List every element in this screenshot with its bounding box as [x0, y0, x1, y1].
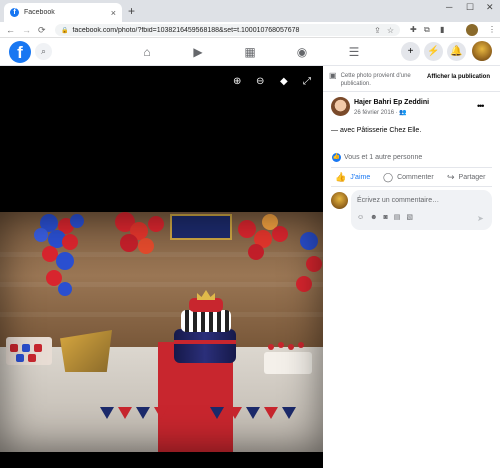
tag-icon[interactable]: ◆ [280, 76, 288, 88]
browser-toolbar: ← → ⟳ 🔒 facebook.com/photo/?fbid=1038216… [0, 22, 500, 38]
photo-viewer: ⊕ ⊖ ◆ ⤢ [0, 66, 323, 468]
reload-icon[interactable]: ⟳ [38, 24, 46, 36]
groups-icon[interactable]: ◉ [294, 44, 310, 60]
browser-tabbar: f Facebook × + ─ ☐ ✕ [0, 0, 500, 22]
tagged-page-link[interactable]: Pâtisserie Chez Elle [357, 127, 420, 134]
extension-puzzle-icon[interactable]: ⧉ [424, 25, 430, 35]
back-icon[interactable]: ← [6, 24, 15, 36]
share-label: Partager [458, 174, 486, 181]
zoom-in-icon[interactable]: ⊕ [233, 76, 241, 88]
facebook-header: f ⌕ ⌂ ▶ ▦ ◉ ☰ + ⚡ 🔔 [0, 38, 500, 66]
post-panel: ▣ Cette photo provient d'une publication… [323, 66, 500, 468]
author-avatar[interactable] [331, 97, 350, 116]
emoji-icon[interactable]: ☻ [370, 213, 377, 222]
zoom-out-icon[interactable]: ⊖ [256, 76, 264, 88]
share-button[interactable]: ↪ Partager [447, 172, 485, 183]
side-panel-icon[interactable]: ▮ [440, 25, 444, 35]
reaction-text[interactable]: Vous et 1 autre personne [344, 154, 422, 161]
profile-avatar[interactable] [466, 24, 478, 36]
post-date[interactable]: 26 février 2016 · 👥 [354, 109, 407, 116]
messenger-icon[interactable]: ⚡ [424, 42, 443, 61]
comment-label: Commenter [397, 174, 434, 181]
party-photo[interactable] [0, 212, 323, 452]
create-icon[interactable]: + [401, 42, 420, 61]
url-text: facebook.com/photo/?fbid=103821645956818… [72, 26, 300, 34]
share-icon: ↪ [447, 172, 455, 182]
new-tab-button[interactable]: + [128, 3, 135, 19]
divider [331, 186, 492, 187]
like-button[interactable]: 👍 J'aime [335, 172, 370, 183]
gif-icon[interactable]: ▤ [394, 213, 401, 222]
comment-icon: ◯ [383, 172, 394, 182]
marketplace-icon[interactable]: ▦ [242, 44, 258, 60]
menu-icon[interactable]: ☰ [346, 44, 362, 60]
divider [323, 91, 500, 92]
facebook-logo-icon[interactable]: f [9, 41, 31, 63]
send-icon[interactable]: ➤ [477, 214, 484, 223]
browser-menu-icon[interactable]: ⋮ [488, 25, 496, 35]
browser-tab[interactable]: f Facebook × [4, 3, 122, 22]
author-name[interactable]: Hajer Bahri Ep Zeddini [354, 99, 429, 106]
search-icon[interactable]: ⌕ [35, 43, 52, 60]
post-caption: — avec Pâtisserie Chez Elle. [331, 127, 421, 134]
facebook-favicon-icon: f [10, 8, 19, 17]
avatar-sticker-icon[interactable]: ☺ [357, 213, 364, 222]
extensions-icon[interactable]: ✚ [410, 25, 417, 35]
bookmark-star-icon[interactable]: ☆ [387, 26, 394, 35]
comment-input[interactable]: Écrivez un commentaire… ☺ ☻ ◙ ▤ ▧ ➤ [351, 190, 492, 230]
forward-icon[interactable]: → [22, 24, 31, 36]
tab-title: Facebook [24, 9, 55, 16]
minimize-window-icon[interactable]: ─ [446, 2, 452, 12]
watch-icon[interactable]: ▶ [190, 44, 206, 60]
account-avatar[interactable] [472, 41, 492, 61]
share-page-icon[interactable]: ⇪ [374, 26, 381, 35]
like-reaction-icon: 👍 [332, 153, 341, 162]
reaction-summary[interactable]: 👍 Vous et 1 autre personne [332, 153, 422, 162]
caption-prefix: — avec [331, 127, 357, 134]
comment-tools: ☺ ☻ ◙ ▤ ▧ [357, 213, 419, 222]
home-icon[interactable]: ⌂ [139, 44, 155, 60]
publication-notice: ▣ Cette photo provient d'une publication… [329, 72, 429, 88]
sticker-icon[interactable]: ▧ [406, 213, 413, 222]
divider [331, 167, 492, 168]
tab-close-icon[interactable]: × [111, 8, 116, 18]
like-label: J'aime [350, 174, 371, 181]
more-options-icon[interactable]: ••• [477, 101, 485, 111]
caption-suffix: . [419, 127, 422, 134]
commenter-avatar[interactable] [331, 192, 348, 209]
thumbs-up-icon: 👍 [335, 172, 347, 182]
maximize-window-icon[interactable]: ☐ [466, 2, 474, 13]
fullscreen-icon[interactable]: ⤢ [303, 76, 311, 88]
camera-icon[interactable]: ◙ [384, 213, 388, 222]
photo-icon: ▣ [329, 71, 337, 80]
notifications-icon[interactable]: 🔔 [447, 42, 466, 61]
comment-button[interactable]: ◯ Commenter [383, 172, 434, 183]
lock-icon: 🔒 [61, 27, 69, 34]
address-bar[interactable]: 🔒 facebook.com/photo/?fbid=1038216459568… [55, 24, 400, 36]
notice-text: Cette photo provient d'une publication. [340, 73, 411, 87]
comment-placeholder: Écrivez un commentaire… [357, 197, 440, 204]
photo-vignette [0, 212, 323, 452]
close-window-icon[interactable]: ✕ [486, 2, 494, 13]
show-publication-link[interactable]: Afficher la publication [427, 74, 490, 80]
